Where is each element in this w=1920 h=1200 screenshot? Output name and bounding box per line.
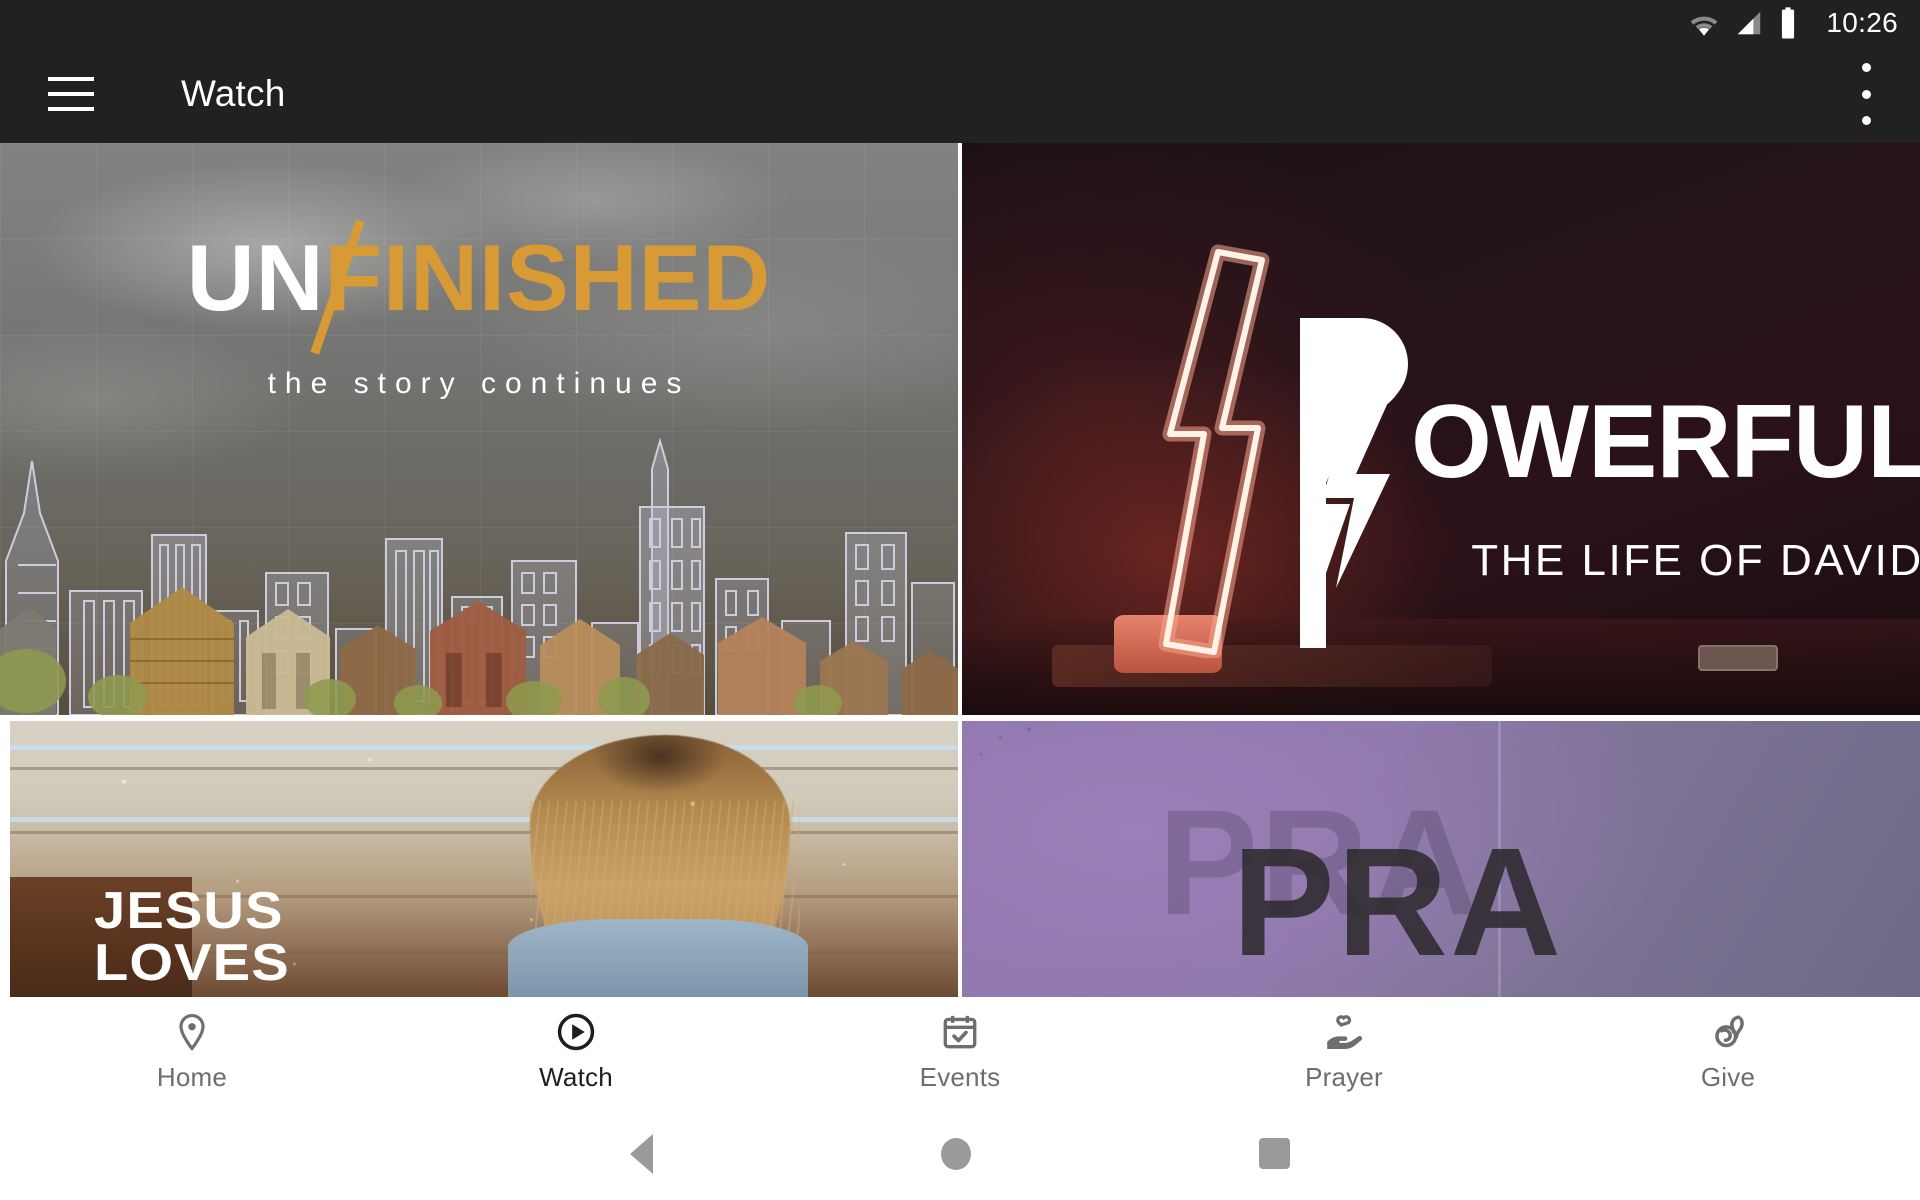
powerful-title-rest: OWERFUL: [1411, 384, 1920, 500]
status-bar-icons: 10:26: [1687, 6, 1898, 40]
unfinished-title-part2: FINISHED: [324, 225, 772, 330]
video-card-pray[interactable]: PRA PRA: [962, 721, 1920, 997]
video-card-powerful[interactable]: P OWERFUL THE LIFE OF DAVID: [962, 143, 1920, 715]
nav-label-watch: Watch: [539, 1062, 613, 1092]
give-hand-icon: [1715, 1015, 1744, 1048]
nav-label-events: Events: [919, 1062, 1001, 1092]
neon-lightning-bolt-icon: [1158, 244, 1270, 658]
desk-phone: [1698, 645, 1778, 671]
nav-item-watch[interactable]: Watch: [384, 1011, 768, 1093]
powerful-logo: P OWERFUL THE LIFE OF DAVID: [1292, 318, 1920, 648]
overflow-menu-icon[interactable]: [1856, 63, 1876, 125]
wifi-icon: [1691, 16, 1718, 36]
video-card-grid: UNFINISHED the story continues OWERFUL T…: [0, 143, 1920, 997]
city-skyline-artwork: [0, 437, 958, 715]
jesus-loves-line2: LOVES: [94, 934, 290, 992]
jesus-loves-line1: JESUS: [94, 882, 284, 940]
nav-item-events[interactable]: Events: [768, 1011, 1152, 1093]
cellular-signal-icon: [1738, 11, 1761, 34]
jesus-loves-logo: JESUS LOVES: [94, 885, 289, 989]
unfinished-logo: UNFINISHED the story continues: [0, 219, 958, 401]
hand-heart-icon: [1327, 1015, 1363, 1049]
hamburger-menu-icon[interactable]: [48, 77, 94, 111]
nav-label-give: Give: [1700, 1062, 1756, 1092]
location-pin-icon: [179, 1013, 205, 1051]
recents-square-icon[interactable]: [1259, 1138, 1290, 1169]
unfinished-subtitle: the story continues: [267, 367, 691, 400]
unfinished-wordmark: UNFINISHED: [187, 219, 771, 355]
app-bar: Watch: [0, 45, 1920, 143]
nav-item-home[interactable]: Home: [0, 1011, 384, 1093]
nav-label-prayer: Prayer: [1305, 1062, 1383, 1092]
android-system-navigation: [0, 1107, 1920, 1200]
powerful-lightning-p: P: [1292, 318, 1417, 648]
status-bar-time: 10:26: [1826, 6, 1898, 38]
battery-icon: [1782, 6, 1795, 38]
status-bar: 10:26: [0, 0, 1920, 45]
pray-title: PRA: [1232, 816, 1564, 988]
nav-label-home: Home: [156, 1062, 228, 1092]
home-circle-icon[interactable]: [941, 1137, 971, 1170]
back-triangle-icon[interactable]: [630, 1133, 653, 1174]
play-circle-icon: [557, 1013, 595, 1051]
page-title: Watch: [181, 73, 286, 114]
video-card-jesus-loves[interactable]: JESUS LOVES: [10, 721, 958, 997]
nav-item-prayer[interactable]: Prayer: [1152, 1011, 1536, 1093]
nav-item-give[interactable]: Give: [1536, 1011, 1920, 1093]
calendar-check-icon: [943, 1015, 977, 1049]
video-card-unfinished[interactable]: UNFINISHED the story continues: [0, 143, 958, 715]
bottom-navigation-bar: Home Watch Events Prayer Give: [0, 997, 1920, 1107]
unfinished-title-part1: UN: [186, 225, 325, 330]
